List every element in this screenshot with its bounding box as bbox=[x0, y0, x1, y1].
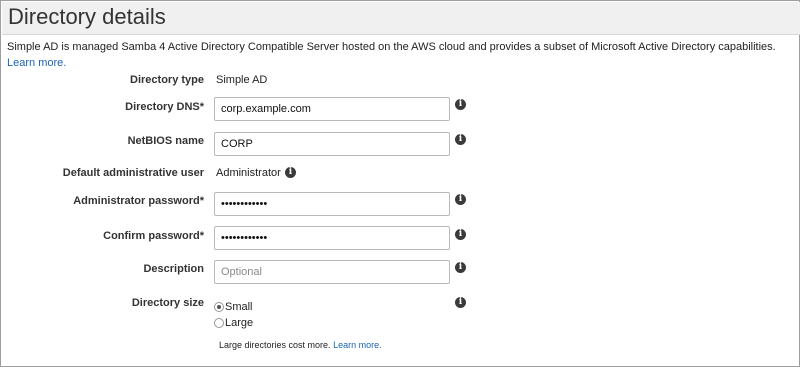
directory-type-value: Simple AD bbox=[216, 74, 268, 86]
netbios-label: NetBIOS name bbox=[127, 135, 204, 147]
info-icon[interactable]: i bbox=[285, 167, 296, 178]
description-label: Description bbox=[143, 263, 204, 275]
radio-large[interactable] bbox=[214, 318, 224, 328]
directory-size-note: Large directories cost more. Learn more. bbox=[219, 340, 382, 350]
intro-description: Simple AD is managed Samba 4 Active Dire… bbox=[7, 41, 776, 53]
description-input[interactable] bbox=[214, 260, 450, 284]
page-title: Directory details bbox=[8, 4, 166, 29]
directory-size-note-text: Large directories cost more. bbox=[219, 340, 331, 350]
radio-large-label: Large bbox=[225, 317, 254, 329]
info-icon[interactable]: i bbox=[455, 194, 466, 205]
admin-user-value: Administrator bbox=[216, 167, 281, 179]
info-icon[interactable]: i bbox=[455, 229, 466, 240]
info-icon[interactable]: i bbox=[455, 134, 466, 145]
intro-learn-more-link[interactable]: Learn more. bbox=[7, 57, 66, 69]
admin-password-label: Administrator password* bbox=[73, 195, 204, 207]
netbios-input[interactable] bbox=[214, 132, 450, 156]
directory-size-label: Directory size bbox=[131, 297, 204, 309]
panel-header: Directory details bbox=[2, 2, 800, 35]
radio-small[interactable] bbox=[214, 302, 224, 312]
info-icon[interactable]: i bbox=[455, 99, 466, 110]
directory-details-panel: Directory details Simple AD is managed S… bbox=[0, 0, 800, 367]
directory-size-option-small[interactable]: Small bbox=[214, 301, 253, 313]
confirm-password-label: Confirm password* bbox=[103, 230, 204, 242]
admin-password-input[interactable] bbox=[214, 192, 450, 216]
admin-user-label: Default administrative user bbox=[62, 167, 204, 179]
intro-text: Simple AD is managed Samba 4 Active Dire… bbox=[7, 39, 787, 71]
directory-dns-label: Directory DNS* bbox=[125, 101, 204, 113]
directory-size-option-large[interactable]: Large bbox=[214, 317, 253, 329]
directory-dns-input[interactable] bbox=[214, 97, 450, 121]
directory-type-label: Directory type bbox=[130, 74, 204, 86]
info-icon[interactable]: i bbox=[455, 262, 466, 273]
radio-small-label: Small bbox=[225, 301, 253, 313]
directory-size-learn-more-link[interactable]: Learn more. bbox=[333, 340, 382, 350]
confirm-password-input[interactable] bbox=[214, 226, 450, 250]
info-icon[interactable]: i bbox=[455, 297, 466, 308]
